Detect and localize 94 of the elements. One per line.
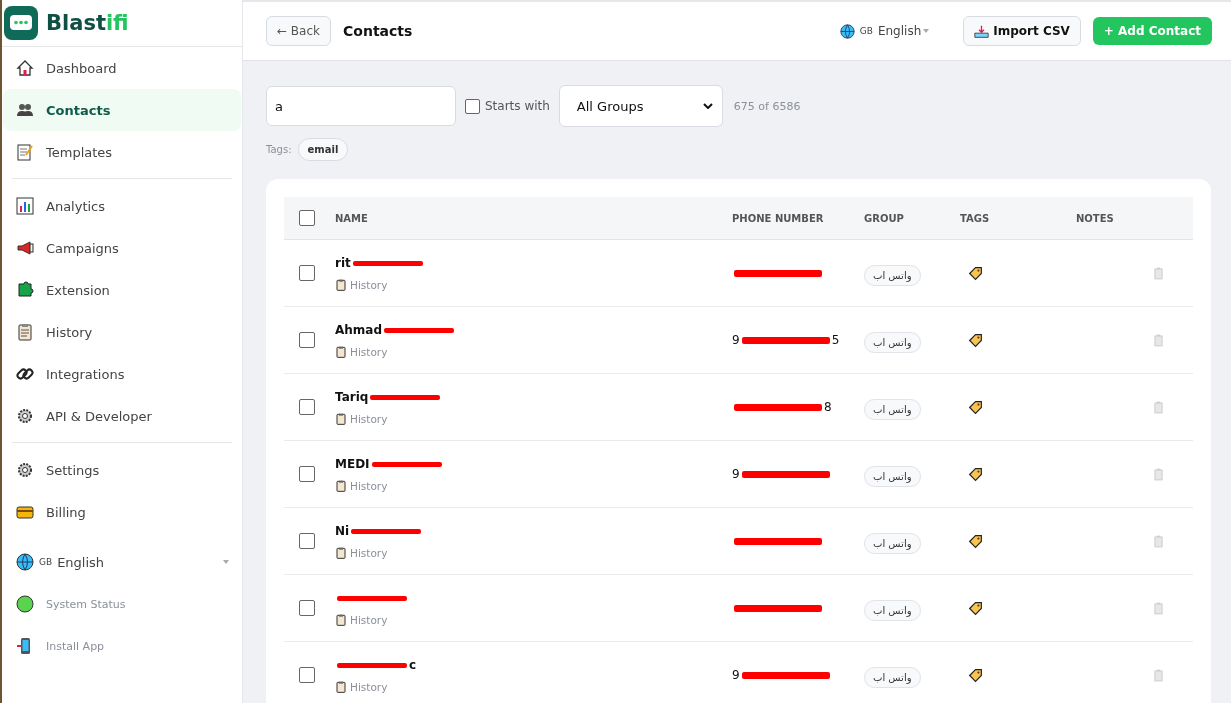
language-selector[interactable]: GB English bbox=[3, 541, 241, 583]
contact-name: c bbox=[409, 658, 417, 672]
tag-icon[interactable] bbox=[968, 399, 983, 415]
contact-name: MEDI bbox=[335, 457, 370, 471]
gear-icon bbox=[16, 407, 34, 425]
clipboard-icon bbox=[335, 279, 347, 291]
group-dropdown[interactable]: All Groups bbox=[558, 85, 723, 127]
column-header: NAME bbox=[335, 212, 369, 224]
sidebar-item[interactable]: Integrations bbox=[3, 353, 241, 395]
link-icon bbox=[16, 365, 34, 383]
megaphone-icon bbox=[16, 239, 34, 257]
people-icon bbox=[16, 101, 34, 119]
redaction-mark bbox=[371, 461, 442, 467]
sidebar-item[interactable]: Dashboard bbox=[3, 47, 241, 89]
bar-chart-icon bbox=[16, 197, 34, 215]
starts-with-checkbox[interactable]: Starts with bbox=[465, 98, 550, 114]
search-field[interactable]: a bbox=[266, 86, 456, 126]
row-checkbox[interactable] bbox=[299, 466, 315, 482]
page-title: Contacts bbox=[343, 23, 413, 39]
contact-name: Ahmad bbox=[335, 323, 383, 337]
brand-name: Blastifi bbox=[46, 11, 129, 35]
sidebar-item[interactable]: Analytics bbox=[3, 185, 241, 227]
house-icon bbox=[16, 59, 34, 77]
group-chip: واتس اب bbox=[864, 465, 921, 487]
sidebar-item[interactable]: Templates bbox=[3, 131, 241, 173]
contact-name: Tariq bbox=[335, 390, 369, 404]
clipboard-icon bbox=[335, 413, 347, 425]
group-chip: واتس اب bbox=[864, 532, 921, 554]
redaction-mark bbox=[352, 260, 423, 266]
sidebar-item[interactable]: Extension bbox=[3, 269, 241, 311]
column-header: NOTES bbox=[1076, 212, 1115, 224]
logo-icon bbox=[4, 6, 38, 40]
sidebar-item[interactable]: Campaigns bbox=[3, 227, 241, 269]
tag-icon[interactable] bbox=[968, 466, 983, 482]
tag-icon[interactable] bbox=[968, 533, 983, 549]
redaction-mark bbox=[337, 662, 407, 668]
clipboard-icon bbox=[335, 547, 347, 559]
sidebar-item[interactable]: API & Developer bbox=[3, 395, 241, 437]
tags-label: Tags: bbox=[266, 144, 292, 155]
back-button[interactable]: ← Back bbox=[266, 16, 331, 46]
status-dot-icon bbox=[16, 595, 34, 613]
row-checkbox[interactable] bbox=[299, 399, 315, 415]
puzzle-icon bbox=[16, 281, 34, 299]
caret-icon bbox=[923, 29, 930, 33]
import-csv-button[interactable]: Import CSV bbox=[963, 16, 1081, 46]
group-chip: واتس اب bbox=[864, 398, 921, 420]
column-header: PHONE NUMBER bbox=[732, 212, 825, 224]
column-header: TAGS bbox=[960, 212, 991, 224]
column-header: GROUP bbox=[864, 212, 905, 224]
language-selector[interactable]: GB English bbox=[839, 23, 942, 39]
row-checkbox[interactable] bbox=[299, 265, 315, 281]
redaction-mark bbox=[370, 394, 441, 400]
phone-number: 9 bbox=[732, 668, 740, 682]
chevron-icon bbox=[702, 103, 713, 109]
row-checkbox[interactable] bbox=[299, 600, 315, 616]
phone-number: 8 bbox=[824, 400, 832, 414]
sidebar-item[interactable]: Settings bbox=[3, 449, 241, 491]
clipboard-icon bbox=[335, 614, 347, 626]
result-count: 675 of 6586 bbox=[733, 99, 801, 113]
group-chip: واتس اب bbox=[864, 264, 921, 286]
redaction-mark bbox=[351, 528, 422, 534]
group-chip: واتس اب bbox=[864, 599, 921, 621]
gear-icon bbox=[16, 461, 34, 479]
phone-number: 9 bbox=[732, 467, 740, 481]
phone-number: 5 bbox=[831, 333, 840, 347]
clipboard-icon bbox=[335, 480, 347, 492]
phone-number: 9 bbox=[732, 333, 740, 347]
clipboard-icon bbox=[335, 346, 347, 358]
sidebar-item[interactable]: Billing bbox=[3, 491, 241, 533]
memo-icon bbox=[16, 143, 34, 161]
sidebar-item[interactable]: Contacts bbox=[3, 89, 241, 131]
tag-chip[interactable]: email bbox=[297, 138, 349, 161]
group-chip: واتس اب bbox=[864, 666, 921, 688]
tag-icon[interactable] bbox=[968, 332, 983, 348]
tag-icon[interactable] bbox=[968, 265, 983, 281]
row-checkbox[interactable] bbox=[299, 332, 315, 348]
globe-icon bbox=[839, 23, 855, 39]
contact-name: Ni bbox=[335, 524, 350, 538]
redaction-mark bbox=[384, 327, 455, 333]
inbox-tray-icon bbox=[974, 23, 990, 39]
row-checkbox[interactable] bbox=[299, 533, 315, 549]
redaction-mark bbox=[337, 595, 407, 601]
tag-icon[interactable] bbox=[968, 600, 983, 616]
row-checkbox[interactable] bbox=[299, 667, 315, 683]
group-chip: واتس اب bbox=[864, 331, 921, 353]
sidebar-item[interactable]: History bbox=[3, 311, 241, 353]
contact-name: rit bbox=[335, 256, 351, 270]
select-all-checkbox[interactable] bbox=[299, 210, 315, 226]
clipboard-icon bbox=[16, 323, 34, 341]
credit-card-icon bbox=[16, 503, 34, 521]
globe-icon bbox=[16, 553, 34, 571]
tag-icon[interactable] bbox=[968, 667, 983, 683]
caret-icon bbox=[223, 560, 229, 564]
clipboard-icon bbox=[335, 681, 347, 693]
